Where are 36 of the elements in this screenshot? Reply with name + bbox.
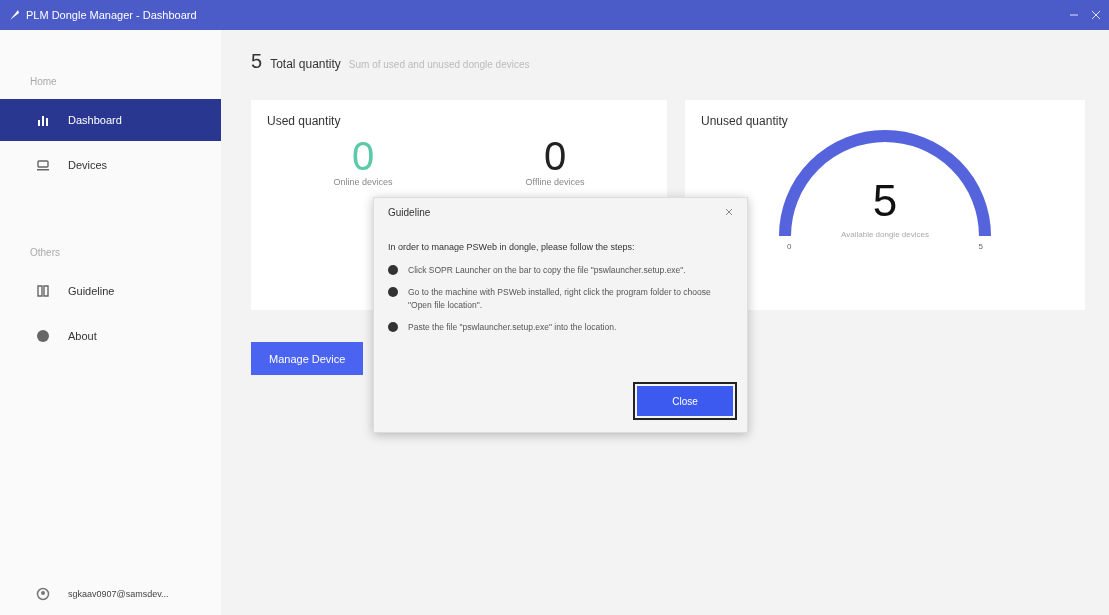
nav-item[interactable]: Guideline xyxy=(0,270,221,312)
card-title: Unused quantity xyxy=(701,114,789,128)
dialog-title: Guideline xyxy=(388,206,431,218)
stat-value: 0 xyxy=(351,136,375,176)
section-label: Home xyxy=(29,76,58,89)
step-text: Go to the machine with PSWeb installed, right click the program folder to choose "Open file location". xyxy=(408,286,712,312)
section-label: Others xyxy=(29,247,61,260)
gauge-max-label: 5 xyxy=(978,242,983,251)
stat-label: Online devices xyxy=(333,177,393,187)
stat-label: Offline devices xyxy=(525,177,585,187)
gauge-min-label: 0 xyxy=(787,242,792,251)
circle-icon xyxy=(36,329,50,343)
nav-item[interactable]: About xyxy=(0,315,221,357)
bullet-icon xyxy=(388,322,398,332)
bullet-icon xyxy=(388,287,398,297)
account-email: sgkaav0907@samsdev... xyxy=(68,589,169,599)
feather-icon xyxy=(8,9,20,21)
step-text: Paste the file "pswlauncher.setup.exe" into the location. xyxy=(408,321,617,334)
user-icon xyxy=(36,587,50,601)
monitor-icon xyxy=(36,158,50,172)
nav-item[interactable]: Devices xyxy=(0,144,221,186)
dialog-intro: In order to manage PSWeb in dongle, please follow the steps: xyxy=(388,242,636,252)
header-title: Total quantity xyxy=(270,57,341,71)
manage-device-button[interactable]: Manage Device xyxy=(251,342,364,375)
gauge-label: Available dongle devices xyxy=(840,230,930,239)
nav-item[interactable]: Dashboard xyxy=(0,99,221,141)
bullet-icon xyxy=(388,265,398,275)
card-title: Used quantity xyxy=(267,114,342,128)
total-count: 5 xyxy=(251,50,263,73)
book-icon xyxy=(36,284,50,298)
window-title: PLM Dongle Manager - Dashboard xyxy=(26,9,197,21)
step-text: Click SOPR Launcher on the bar to copy the file "pswlauncher.setup.exe". xyxy=(408,264,686,277)
bar-chart-icon xyxy=(36,113,50,127)
close-icon[interactable] xyxy=(725,208,733,216)
gauge-value: 5 xyxy=(871,176,899,226)
stat-value: 0 xyxy=(543,136,567,176)
